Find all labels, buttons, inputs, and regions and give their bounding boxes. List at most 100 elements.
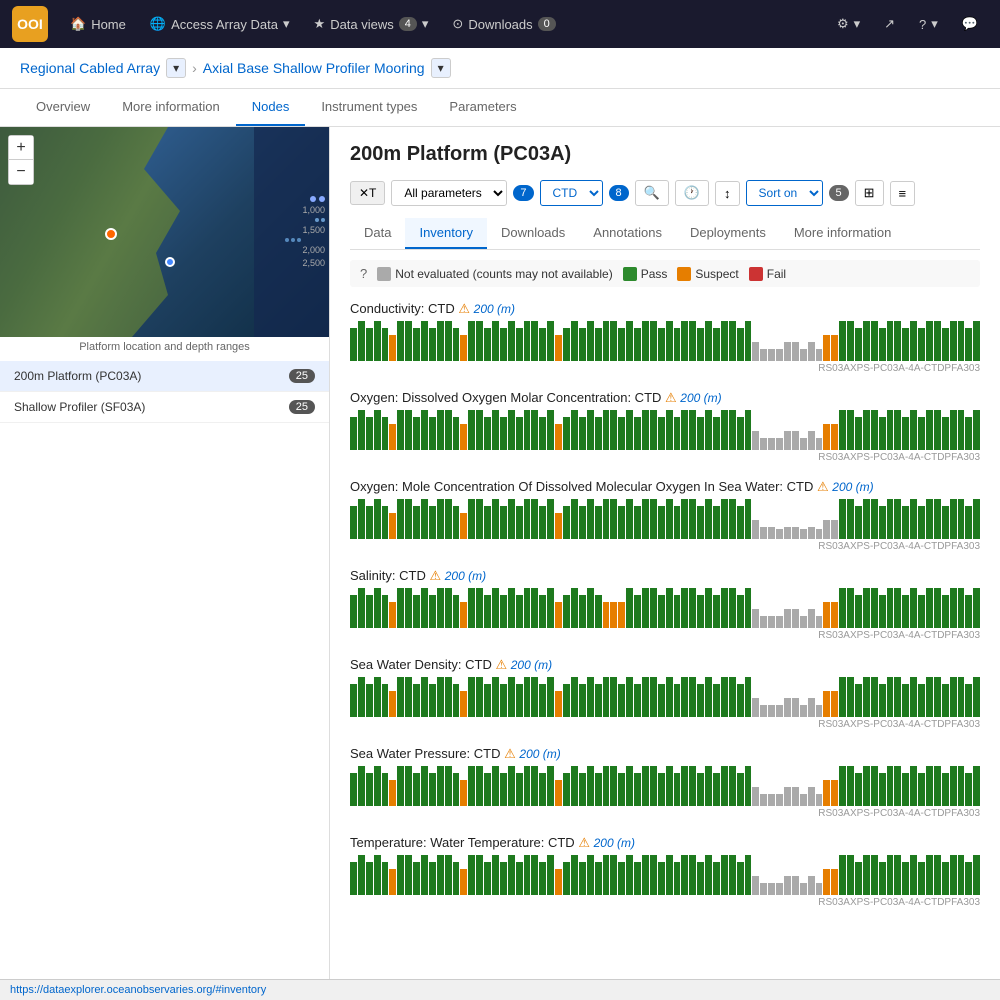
bar-segment <box>910 855 917 895</box>
bar-segment <box>500 684 507 717</box>
zoom-out-button[interactable]: − <box>9 160 33 184</box>
bar-segment <box>579 595 586 628</box>
bar-segment <box>618 862 625 895</box>
bar-segment <box>626 321 633 361</box>
nav-home[interactable]: 🏠 Home <box>60 10 136 38</box>
bar-segment <box>666 677 673 717</box>
dataset-title-salinity: Salinity: CTD ⚠ 200 (m) <box>350 568 980 584</box>
bar-segment <box>524 321 531 361</box>
bar-chart-oxygen-molar[interactable] <box>350 410 980 450</box>
bar-segment <box>760 527 767 539</box>
nav-access-array-data[interactable]: 🌐 Access Array Data ▾ <box>140 10 300 38</box>
bar-segment <box>484 328 491 361</box>
bar-segment <box>658 773 665 806</box>
bar-segment <box>421 410 428 450</box>
sort-icon-button[interactable]: ↕ <box>715 181 740 206</box>
warn-icon: ⚠ <box>458 301 470 316</box>
bar-segment <box>973 410 980 450</box>
bar-segment <box>934 499 941 539</box>
nav-share[interactable]: ↗ <box>874 10 905 38</box>
nav-settings[interactable]: ⚙ ▾ <box>827 10 870 38</box>
bar-segment <box>429 417 436 450</box>
ctd-filter-select[interactable]: CTD <box>540 180 603 206</box>
bar-segment <box>358 677 365 717</box>
bar-chart-oxygen-molecular[interactable] <box>350 499 980 539</box>
filter-clear-button[interactable]: ✕T <box>350 181 385 205</box>
bar-segment <box>926 410 933 450</box>
node-badge-pc03a: 25 <box>289 369 315 383</box>
nav-data-views[interactable]: ★ Data views 4 ▾ <box>304 10 439 38</box>
bar-segment <box>358 855 365 895</box>
tab-nodes[interactable]: Nodes <box>236 89 306 126</box>
bar-segment <box>626 766 633 806</box>
bar-segment <box>808 431 815 450</box>
bar-segment <box>752 342 759 361</box>
bar-segment <box>476 855 483 895</box>
bar-segment <box>531 321 538 361</box>
node-label-sf03a: Shallow Profiler (SF03A) <box>14 400 145 414</box>
bar-segment <box>918 506 925 539</box>
zoom-in-button[interactable]: + <box>9 136 33 160</box>
bar-chart-pressure[interactable] <box>350 766 980 806</box>
inner-tab-downloads[interactable]: Downloads <box>487 218 579 249</box>
breadcrumb-array-dropdown[interactable]: ▾ <box>166 58 186 78</box>
bar-segment <box>950 410 957 450</box>
bar-chart-salinity[interactable] <box>350 588 980 628</box>
legend-help-icon[interactable]: ? <box>360 266 367 281</box>
tab-more-information[interactable]: More information <box>106 89 236 126</box>
dataset-title-oxygen-molar: Oxygen: Dissolved Oxygen Molar Concentra… <box>350 390 980 406</box>
bar-segment <box>705 588 712 628</box>
bar-segment <box>429 862 436 895</box>
bar-segment <box>618 506 625 539</box>
legend-fail-label: Fail <box>767 267 786 281</box>
breadcrumb-mooring-dropdown[interactable]: ▾ <box>431 58 451 78</box>
bar-segment <box>800 616 807 628</box>
search-filter-button[interactable]: 🔍 <box>635 180 669 206</box>
bar-segment <box>823 602 830 628</box>
bar-chart-density[interactable] <box>350 677 980 717</box>
nav-chat[interactable]: 💬 <box>952 10 988 38</box>
list-view-button[interactable]: ≡ <box>890 181 916 206</box>
bar-segment <box>563 506 570 539</box>
bar-segment <box>397 766 404 806</box>
time-filter-button[interactable]: 🕐 <box>675 180 709 206</box>
breadcrumb-array-link[interactable]: Regional Cabled Array <box>20 60 160 76</box>
sort-on-select[interactable]: Sort on <box>746 180 823 206</box>
nav-help[interactable]: ? ▾ <box>909 10 948 38</box>
tab-parameters[interactable]: Parameters <box>433 89 532 126</box>
ooi-logo[interactable]: OOI <box>12 6 48 42</box>
inner-tab-annotations[interactable]: Annotations <box>579 218 676 249</box>
inner-tab-deployments[interactable]: Deployments <box>676 218 780 249</box>
bar-segment <box>705 321 712 361</box>
bar-segment <box>587 766 594 806</box>
inner-tab-inventory[interactable]: Inventory <box>405 218 486 249</box>
node-item-sf03a[interactable]: Shallow Profiler (SF03A) 25 <box>0 392 329 423</box>
bar-segment <box>721 321 728 361</box>
bar-segment <box>823 691 830 717</box>
tab-instrument-types[interactable]: Instrument types <box>305 89 433 126</box>
grid-view-button[interactable]: ⊞ <box>855 180 884 206</box>
inner-tab-more-info[interactable]: More information <box>780 218 906 249</box>
nav-downloads[interactable]: ⊙ Downloads 0 <box>442 10 565 38</box>
warn-icon: ⚠ <box>495 657 507 672</box>
tab-overview[interactable]: Overview <box>20 89 106 126</box>
bar-chart-conductivity[interactable] <box>350 321 980 361</box>
dataset-units: 200 (m) <box>680 391 721 405</box>
bar-segment <box>721 766 728 806</box>
inner-tab-data[interactable]: Data <box>350 218 405 249</box>
bar-segment <box>492 499 499 539</box>
bar-segment <box>405 321 412 361</box>
param-filter-select[interactable]: All parameters <box>391 180 507 206</box>
home-icon: 🏠 <box>70 16 86 32</box>
bar-segment <box>934 677 941 717</box>
bar-segment <box>674 506 681 539</box>
bar-segment <box>389 513 396 539</box>
bar-segment <box>776 794 783 806</box>
bar-segment <box>437 855 444 895</box>
breadcrumb-mooring-link[interactable]: Axial Base Shallow Profiler Mooring <box>203 60 425 76</box>
bar-segment <box>973 321 980 361</box>
node-item-pc03a[interactable]: 200m Platform (PC03A) 25 <box>0 361 329 392</box>
bar-segment <box>831 869 838 895</box>
bar-chart-temperature[interactable] <box>350 855 980 895</box>
map-container[interactable]: 1,000 1,500 2,000 2,500 <box>0 127 329 337</box>
